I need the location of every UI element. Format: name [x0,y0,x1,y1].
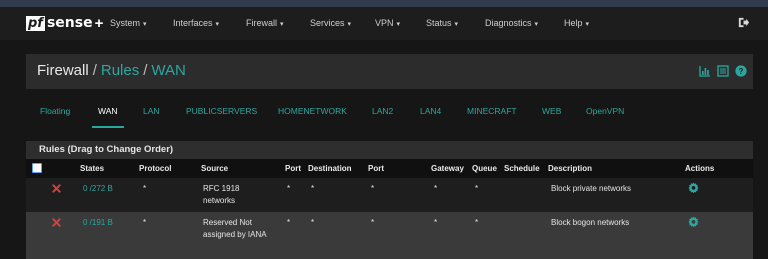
col-states: States [80,164,105,173]
chevron-down-icon: ▾ [454,21,459,28]
top-strip [0,0,768,7]
nav-label: System [110,18,141,28]
nav-system[interactable]: System ▾ [110,18,147,28]
tab-wan[interactable]: WAN [92,97,123,128]
rules-panel: Rules (Drag to Change Order) States Prot… [26,141,753,259]
col-schedule: Schedule [504,164,540,173]
port-cell: * [287,184,291,193]
tab-lan[interactable]: LAN [143,97,160,125]
col-dest-port: Port [368,164,384,173]
col-source: Source [201,164,229,173]
nav-firewall[interactable]: Firewall ▾ [246,18,284,28]
protocol-cell: * [143,218,147,227]
chevron-down-icon: ▾ [534,21,539,28]
dest-port-cell: * [371,218,375,227]
port-cell: * [287,218,291,227]
tab-floating[interactable]: Floating [40,97,70,125]
block-icon [52,218,61,227]
queue-cell: * [475,218,479,227]
protocol-cell: * [143,184,147,193]
table-row[interactable]: 0 /272 B * RFC 1918 networks * * * * * B… [26,178,753,212]
gateway-cell: * [434,184,438,193]
description-cell: Block bogon networks [551,218,630,227]
nav-label: Status [426,18,452,28]
col-actions: Actions [685,164,715,173]
list-icon[interactable] [717,65,729,77]
nav-label: VPN [375,18,394,28]
col-port: Port [285,164,301,173]
svg-text:?: ? [739,67,744,76]
breadcrumb-separator: / [92,62,97,79]
breadcrumb-separator: / [143,62,148,79]
table-header: States Protocol Source Port Destination … [26,159,753,178]
col-gateway: Gateway [431,164,464,173]
description-cell: Block private networks [551,184,632,193]
gateway-cell: * [434,218,438,227]
page-title-bar: Firewall / Rules / WAN ? [26,54,753,89]
tab-homenetwork[interactable]: HOMENETWORK [278,97,347,125]
col-queue: Queue [472,164,497,173]
nav-services[interactable]: Services ▾ [310,18,351,28]
breadcrumb-rules[interactable]: Rules [101,62,139,79]
nav-label: Firewall [246,18,278,28]
chevron-down-icon: ▾ [143,21,147,28]
breadcrumb: Firewall / Rules / WAN [37,62,186,79]
logo-text: sense [46,15,93,31]
tab-lan4[interactable]: LAN4 [420,97,441,125]
destination-cell: * [311,218,315,227]
source-cell: Reserved Not assigned by IANA [203,218,267,239]
nav-label: Help [564,18,583,28]
tab-publicservers[interactable]: PUBLICSERVERS [186,97,257,125]
logo-box: pf [26,15,45,31]
queue-cell: * [475,184,479,193]
nav-label: Interfaces [173,18,213,28]
pfsense-logo[interactable]: pf sense + [26,14,104,32]
panel-title: Rules (Drag to Change Order) [26,141,753,159]
tab-minecraft[interactable]: MINECRAFT [467,97,517,125]
help-icon[interactable]: ? [735,65,747,77]
tab-openvpn[interactable]: OpenVPN [586,97,624,125]
breadcrumb-wan[interactable]: WAN [151,62,185,79]
chevron-down-icon: ▾ [280,21,284,28]
chevron-down-icon: ▾ [347,21,352,28]
block-icon [52,184,61,193]
col-protocol: Protocol [139,164,172,173]
tab-lan2[interactable]: LAN2 [372,97,393,125]
logout-icon[interactable] [737,16,750,29]
breadcrumb-firewall: Firewall [37,62,89,79]
nav-diagnostics[interactable]: Diagnostics ▾ [485,18,538,28]
destination-cell: * [311,184,315,193]
nav-interfaces[interactable]: Interfaces ▾ [173,18,219,28]
chart-icon[interactable] [699,65,711,77]
nav-vpn[interactable]: VPN ▾ [375,18,400,28]
chevron-down-icon: ▾ [585,21,590,28]
nav-help[interactable]: Help ▾ [564,18,589,28]
interface-tabs: Floating WAN LAN PUBLICSERVERS HOMENETWO… [26,97,753,128]
select-all-checkbox[interactable] [32,163,42,173]
nav-label: Diagnostics [485,18,532,28]
col-destination: Destination [308,164,352,173]
gear-icon[interactable] [688,182,699,193]
col-description: Description [548,164,593,173]
gear-icon[interactable] [688,216,699,227]
dest-port-cell: * [371,184,375,193]
states-link[interactable]: 0 /191 B [83,217,113,229]
chevron-down-icon: ▾ [396,21,401,28]
logo-plus: + [94,14,104,32]
navbar: pf sense + System ▾ Interfaces ▾ Firewall ▾… [0,7,768,40]
nav-status[interactable]: Status ▾ [426,18,458,28]
nav-label: Services [310,18,345,28]
chevron-down-icon: ▾ [215,21,220,28]
tab-web[interactable]: WEB [542,97,561,125]
source-cell: RFC 1918 networks [203,184,240,205]
table-row[interactable]: 0 /191 B * Reserved Not assigned by IANA… [26,212,753,259]
states-link[interactable]: 0 /272 B [83,183,113,195]
